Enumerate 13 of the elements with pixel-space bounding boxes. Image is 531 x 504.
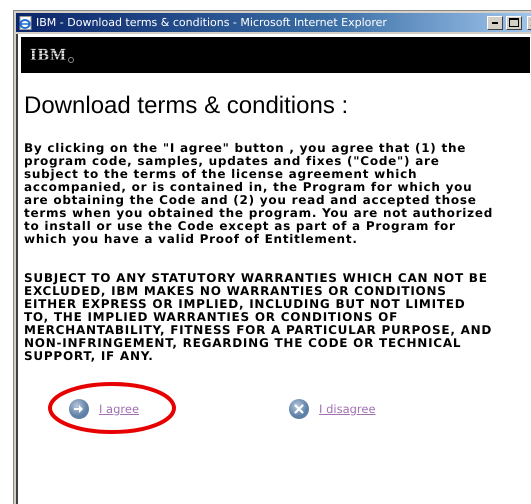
maximize-icon[interactable] xyxy=(509,18,519,27)
window-title: IBM - Download terms & conditions - Microsoft Internet Explorer xyxy=(36,16,388,29)
close-icon[interactable] xyxy=(289,399,310,419)
registered-icon xyxy=(68,57,74,63)
maximize-button[interactable] xyxy=(506,16,522,30)
terms-paragraph: SUBJECT TO ANY STATUTORY WARRANTIES WHICH CAN NOT BE EXCLUDED, IBM MAKES NO WARRANTIES OR CONDITIONS EITHER EXPRESS OR IMPLIED, INCLUDING BUT NOT LIMITED TO, THE IMPLIED WARRANTIES OR CONDITIONS OF MERCHANTABILITY, FITNESS FOR A PARTICULAR PURPOSE, AND NON-INFRINGEMENT, REGARDING THE CODE OR TECHNICAL SUPPORT, IF ANY. xyxy=(24,272,494,363)
minimize-button[interactable] xyxy=(487,16,503,30)
minimize-icon[interactable] xyxy=(492,22,498,24)
agree-link[interactable]: I agree xyxy=(99,402,140,416)
browser-icon xyxy=(19,16,33,30)
page-heading: Download terms & conditions : xyxy=(24,92,350,120)
disagree-link[interactable]: I disagree xyxy=(319,402,376,416)
terms-paragraph: By clicking on the "I agree" button , you agree that (1) the program code, samples, updates and fixes ("Code") are subject to the terms of the license agreement which accompanied, or is contained in, the Program for which you are obtaining the Code and (2) you read and accepted those terms when you obtained the program. You are not authorized to install or use the Code except as part of a Program for which you have a valid Proof of Entitlement. xyxy=(24,142,494,246)
